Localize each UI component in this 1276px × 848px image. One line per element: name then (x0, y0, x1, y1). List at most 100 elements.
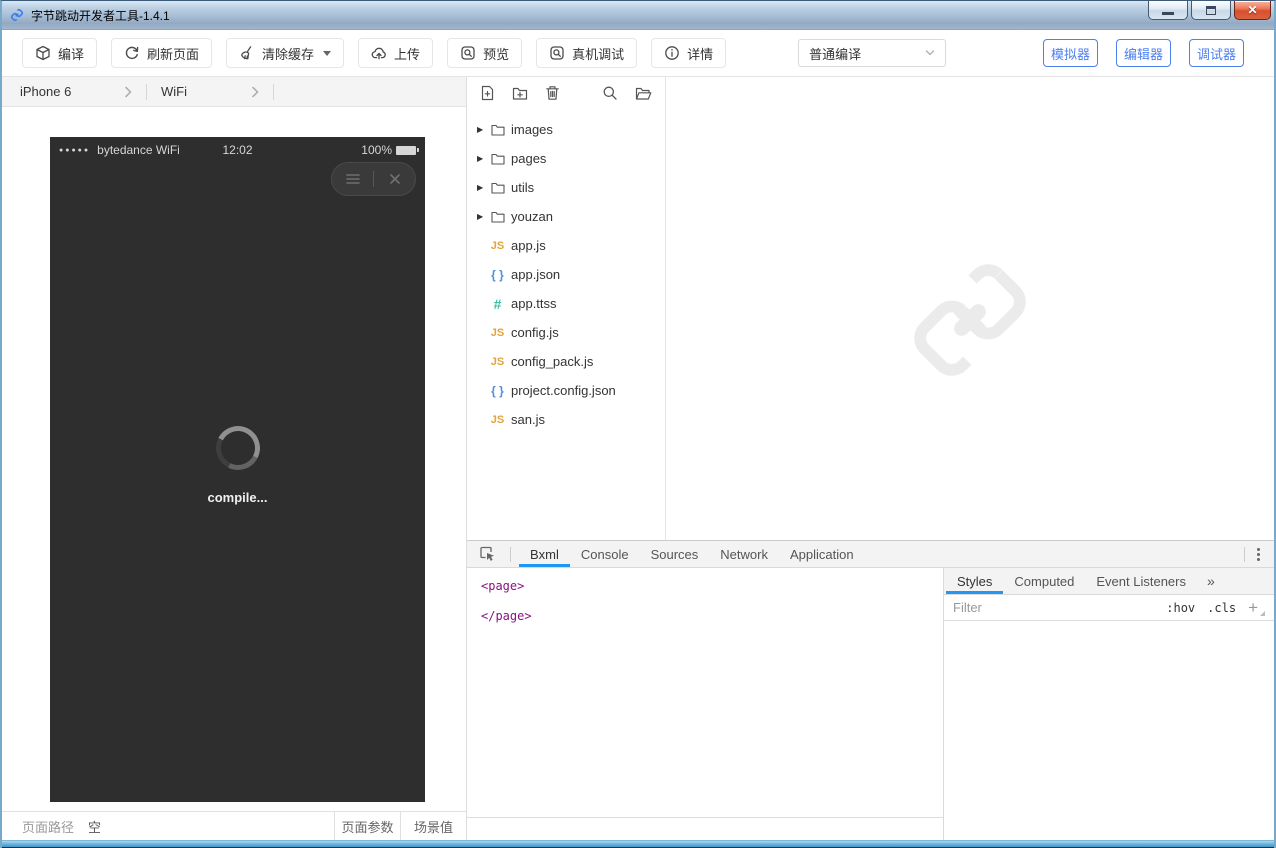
json-file-icon: { } (489, 268, 506, 282)
caret-icon[interactable]: ▶ (477, 154, 489, 163)
tab-network[interactable]: Network (709, 541, 779, 567)
file-name: app.ttss (511, 296, 557, 311)
file-name: images (511, 122, 553, 137)
spinner-icon (210, 420, 265, 475)
loading-text: compile... (208, 490, 268, 505)
inspect-element-button[interactable] (473, 541, 502, 567)
window-controls: ✕ (1148, 1, 1271, 20)
tab-console[interactable]: Console (570, 541, 640, 567)
details-button[interactable]: 详情 (651, 38, 726, 68)
tab-computed[interactable]: Computed (1003, 568, 1085, 594)
search-files-button[interactable] (602, 85, 618, 101)
page-path-label: 页面路径 (22, 817, 74, 836)
tree-file-app-js[interactable]: JS app.js (467, 231, 665, 260)
json-file-icon: { } (489, 384, 506, 398)
compile-mode-select[interactable]: 普通编译 (798, 39, 946, 67)
tab-event-listeners-label: Event Listeners (1096, 574, 1186, 589)
menu-icon (345, 173, 361, 185)
file-name: config.js (511, 325, 559, 340)
simulator-toggle-button[interactable]: 模拟器 (1043, 39, 1098, 67)
page-params-label: 页面参数 (341, 817, 393, 836)
scene-value-button[interactable]: 场景值 (400, 812, 466, 840)
element-close-tag[interactable]: </page> (481, 601, 943, 631)
new-folder-button[interactable] (512, 86, 528, 101)
element-class-toggle[interactable]: .cls (1207, 601, 1236, 615)
panel-toggle-group: 模拟器 编辑器 调试器 (1043, 39, 1244, 67)
battery-percent: 100% (361, 143, 392, 157)
preview-button[interactable]: 预览 (447, 38, 522, 68)
tree-folder-utils[interactable]: ▶ utils (467, 173, 665, 202)
debugger-toggle-label: 调试器 (1197, 44, 1236, 63)
capsule-more-button[interactable] (332, 173, 373, 185)
page-path-value: 空 (88, 817, 101, 836)
file-name: app.json (511, 267, 560, 282)
chevron-right-icon (251, 86, 259, 98)
styles-filter-bar: :hov .cls + (944, 595, 1274, 621)
broom-icon (239, 45, 255, 61)
minimize-button[interactable] (1148, 1, 1188, 20)
app-window: 字节跳动开发者工具-1.4.1 ✕ 编译 刷新页面 清除缓存 (0, 0, 1276, 848)
tab-event-listeners[interactable]: Event Listeners (1085, 568, 1197, 594)
styles-filter-input[interactable] (953, 600, 1154, 615)
caret-icon[interactable]: ▶ (477, 212, 489, 221)
folder-icon (489, 124, 506, 136)
ttss-file-icon: # (489, 296, 506, 312)
compile-mode-value: 普通编译 (809, 44, 925, 63)
tabs-overflow-button[interactable]: » (1197, 568, 1225, 594)
maximize-button[interactable] (1191, 1, 1231, 20)
upper-region: ▶ images ▶ pages ▶ utils (467, 77, 1274, 540)
delete-file-button[interactable] (545, 85, 560, 101)
page-params-button[interactable]: 页面参数 (334, 812, 400, 840)
tab-console-label: Console (581, 547, 629, 562)
remote-debug-button[interactable]: 真机调试 (536, 38, 637, 68)
element-open-tag[interactable]: <page> (481, 571, 943, 601)
compile-button-label: 编译 (58, 44, 84, 63)
tree-file-san-js[interactable]: JS san.js (467, 405, 665, 434)
js-file-icon: JS (489, 414, 506, 426)
tab-bxml[interactable]: Bxml (519, 541, 570, 567)
tree-file-app-ttss[interactable]: # app.ttss (467, 289, 665, 318)
tree-file-app-json[interactable]: { } app.json (467, 260, 665, 289)
folder-icon (489, 211, 506, 223)
tab-sources[interactable]: Sources (640, 541, 710, 567)
cloud-upload-icon (371, 45, 387, 61)
qr-scan-icon (549, 45, 565, 61)
right-panel: ▶ images ▶ pages ▶ utils (467, 77, 1274, 840)
kebab-menu-icon (1257, 548, 1260, 561)
open-folder-button[interactable] (635, 86, 652, 101)
tab-application[interactable]: Application (779, 541, 865, 567)
upload-button[interactable]: 上传 (358, 38, 433, 68)
editor-toggle-button[interactable]: 编辑器 (1116, 39, 1171, 67)
elements-tree[interactable]: <page> </page> (467, 568, 943, 817)
tabs-overflow-icon: » (1207, 573, 1215, 589)
tree-folder-pages[interactable]: ▶ pages (467, 144, 665, 173)
tab-sources-label: Sources (651, 547, 699, 562)
network-select[interactable]: WiFi (161, 84, 259, 99)
device-name: iPhone 6 (20, 84, 71, 99)
clear-cache-button[interactable]: 清除缓存 (226, 38, 344, 68)
device-select[interactable]: iPhone 6 (20, 84, 132, 99)
capsule-close-button[interactable] (374, 173, 415, 185)
preview-button-label: 预览 (483, 44, 509, 63)
tree-file-project-config-json[interactable]: { } project.config.json (467, 376, 665, 405)
tree-folder-youzan[interactable]: ▶ youzan (467, 202, 665, 231)
pseudo-state-toggle[interactable]: :hov (1166, 601, 1195, 615)
refresh-page-button[interactable]: 刷新页面 (111, 38, 212, 68)
caret-icon[interactable]: ▶ (477, 125, 489, 134)
compile-button[interactable]: 编译 (22, 38, 97, 68)
debugger-toggle-button[interactable]: 调试器 (1189, 39, 1244, 67)
devtools-menu-button[interactable] (1228, 541, 1268, 567)
divider (273, 84, 274, 100)
new-style-rule-button[interactable]: + (1248, 599, 1265, 616)
tab-styles[interactable]: Styles (946, 568, 1003, 594)
tree-file-config-js[interactable]: JS config.js (467, 318, 665, 347)
simulator-panel: iPhone 6 WiFi ●●●●● bytedance WiFi 12:02 (2, 77, 467, 840)
tree-folder-images[interactable]: ▶ images (467, 115, 665, 144)
close-button[interactable]: ✕ (1234, 1, 1271, 20)
tree-file-config-pack-js[interactable]: JS config_pack.js (467, 347, 665, 376)
new-file-button[interactable] (480, 85, 495, 101)
phone-screen[interactable]: ●●●●● bytedance WiFi 12:02 100% (50, 137, 425, 802)
loading-indicator: compile... (50, 426, 425, 505)
chevron-down-icon (925, 49, 935, 57)
caret-icon[interactable]: ▶ (477, 183, 489, 192)
